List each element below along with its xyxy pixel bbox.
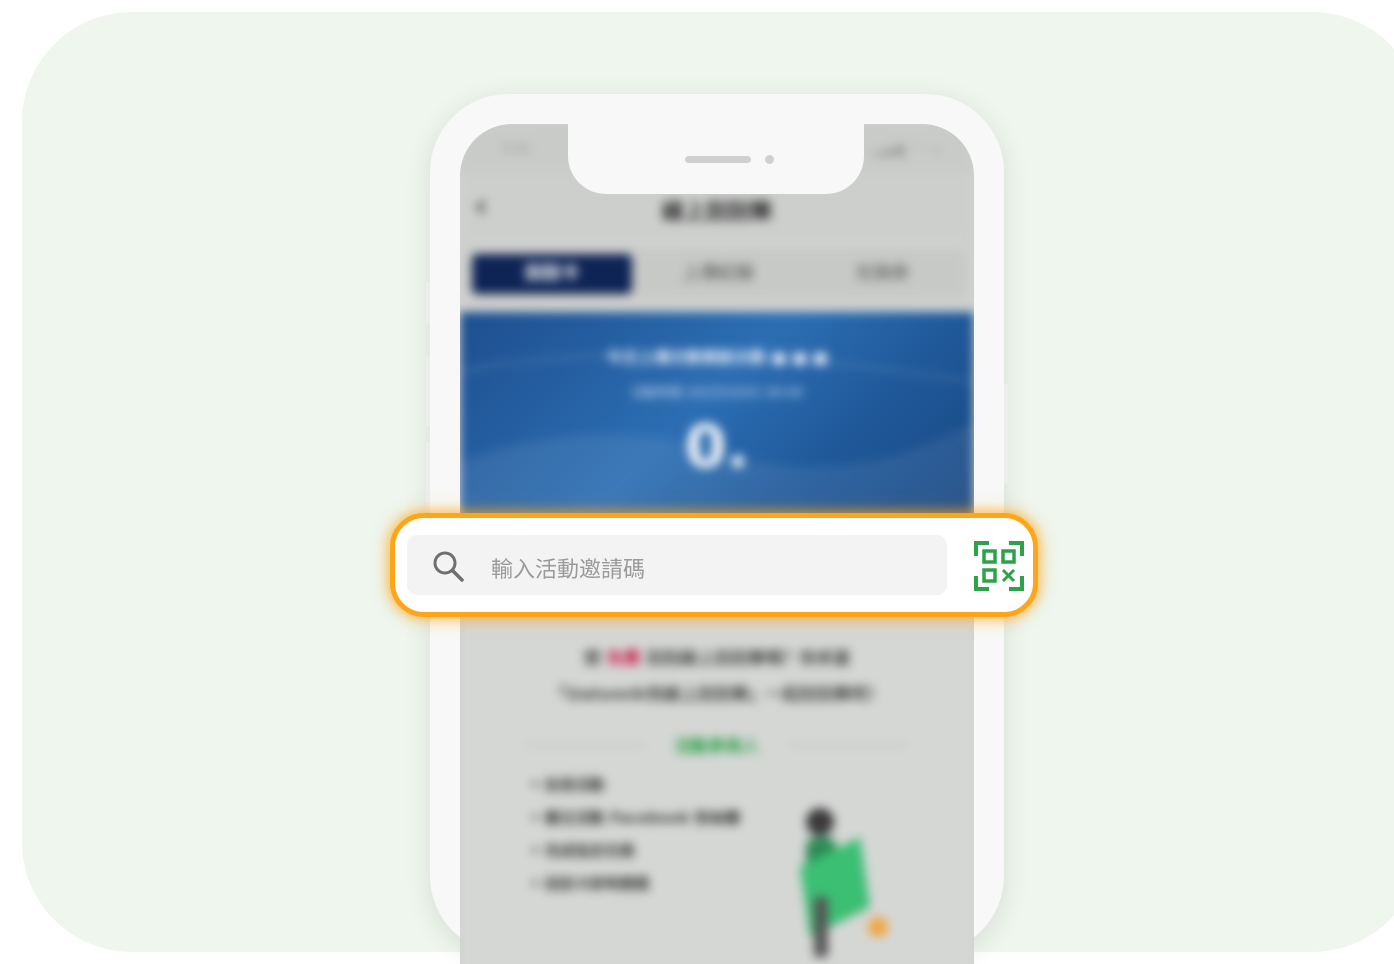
feature-list: • 註冊活動 • 關注活動 Facebook 粉絲團 • 完成指定任務 • 刮刮… (530, 769, 740, 901)
tab-vouchers[interactable]: 兌換券 (802, 254, 962, 294)
list-item: • 完成指定任務 (530, 842, 635, 860)
phone-button-mute (426, 282, 430, 324)
search-placeholder: 輸入活動邀請碼 (491, 558, 646, 583)
scratch-banner: 今日上傳次數剩餘次數 ■ ■ ■ 活動時間 2023/10/01 00:00 0… (460, 312, 974, 537)
banner-period-text: 活動時間 2023/10/01 00:00 (630, 386, 804, 401)
banner-remaining-text: 今日上傳次數剩餘次數 ■ ■ ■ (605, 348, 829, 367)
banner-amount: 0. (684, 412, 750, 482)
tab-scratch-card[interactable]: 刮刮卡 (472, 254, 632, 294)
search-icon (433, 551, 464, 582)
desc-line2: 「Uatomik快線上刮刮樂」一起刮刮樂吧！ (549, 685, 885, 705)
speaker-grille (685, 156, 751, 163)
list-item: • 刮刮卡即時開獎 (530, 875, 650, 893)
status-icons: ▂▄▆ ◠ ▭ (872, 142, 944, 156)
list-item: • 關注活動 Facebook 粉絲團 (530, 809, 741, 827)
status-time: 9:41 (502, 142, 532, 157)
qr-scan-icon[interactable] (973, 540, 1025, 592)
desc-prefix: 想 (583, 649, 601, 669)
phone-button-volume-up (426, 356, 430, 426)
invite-code-input[interactable]: 輸入活動邀請碼 (407, 535, 947, 595)
phone-button-volume-down (426, 442, 430, 512)
phone-button-power (1004, 384, 1008, 484)
desc-rest: 刮刮線上刮刮樂嗎？快來當 (646, 649, 851, 669)
person-illustration (800, 808, 888, 957)
page-title: 線上刮刮樂 (661, 200, 772, 225)
phone-notch (568, 118, 864, 194)
section-divider-right (788, 744, 908, 746)
front-camera (765, 155, 774, 164)
promo-description: 想 免費 刮刮線上刮刮樂嗎？快來當 「Uatomik快線上刮刮樂」一起刮刮樂吧！ (500, 641, 934, 713)
invite-code-search-card: 輸入活動邀請碼 (390, 513, 1038, 617)
tab-bar: 刮刮卡 上傳紀錄 兌換券 (468, 250, 966, 298)
list-item: • 註冊活動 (530, 776, 605, 794)
tab-upload-history[interactable]: 上傳紀錄 (638, 254, 798, 294)
desc-free-highlight: 免費 (606, 649, 641, 669)
